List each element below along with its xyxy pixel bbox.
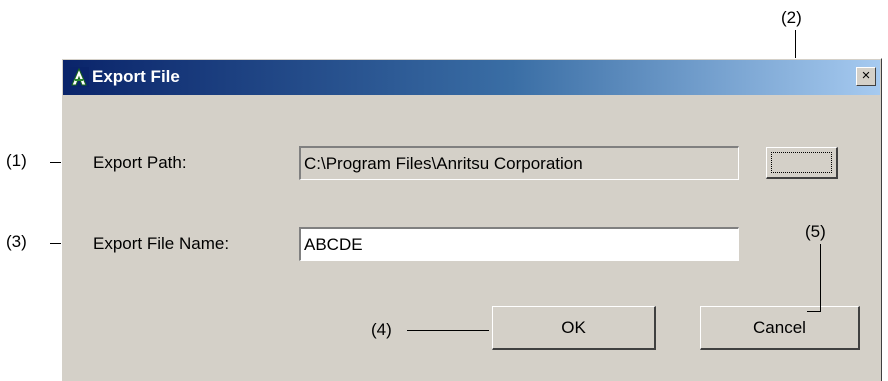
- callout-5-leader-tick: [807, 311, 821, 312]
- export-path-label: Export Path:: [93, 153, 187, 172]
- cancel-button[interactable]: Cancel: [700, 306, 860, 350]
- export-file-dialog: Export File × Export Path: Export File N…: [61, 58, 882, 381]
- anritsu-logo-icon: [69, 67, 89, 87]
- title-bar[interactable]: Export File ×: [63, 60, 880, 95]
- callout-5: (5): [805, 222, 826, 241]
- callout-4-leader: [407, 330, 489, 331]
- callout-1: (1): [6, 151, 27, 170]
- callout-5-leader: [820, 244, 821, 312]
- close-button[interactable]: ×: [856, 67, 876, 86]
- browse-focus-indicator: [771, 152, 832, 173]
- export-path-field[interactable]: [299, 146, 739, 180]
- callout-3: (3): [6, 232, 27, 251]
- ok-button[interactable]: OK: [492, 306, 656, 350]
- dialog-title: Export File: [92, 67, 180, 86]
- browse-button[interactable]: [766, 147, 838, 179]
- export-file-name-label: Export File Name:: [93, 234, 230, 253]
- callout-2: (2): [781, 8, 802, 27]
- callout-4: (4): [371, 320, 392, 339]
- close-icon: ×: [861, 67, 871, 84]
- callout-2-leader: [795, 30, 796, 58]
- export-file-name-field[interactable]: [299, 227, 739, 261]
